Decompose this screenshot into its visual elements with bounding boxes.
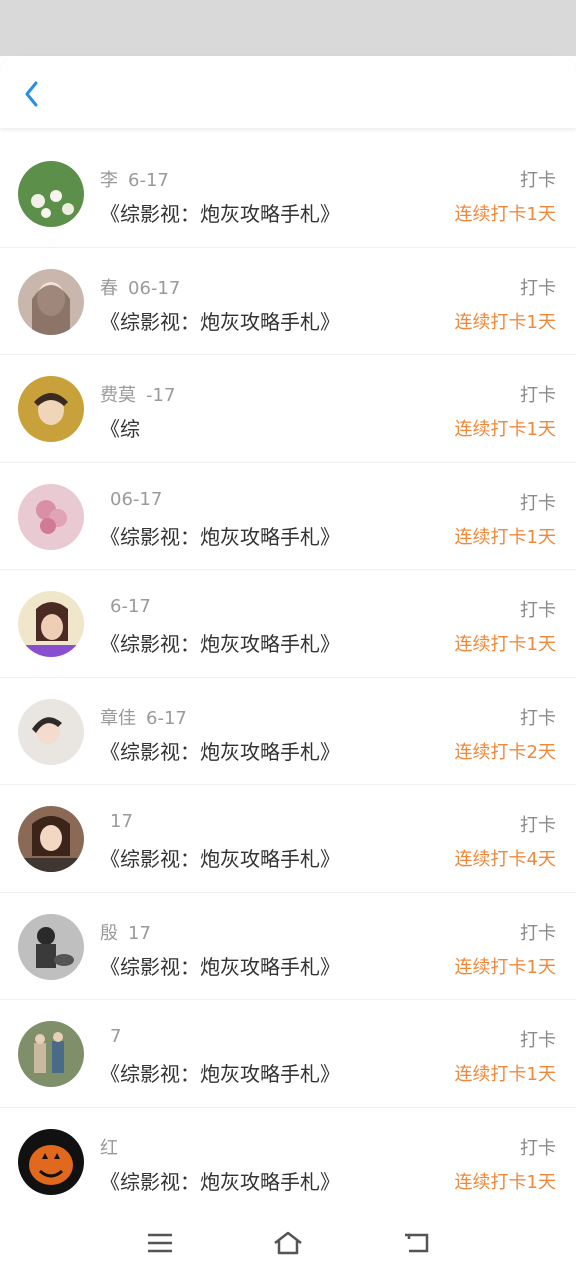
avatar (18, 806, 84, 872)
avatar (18, 698, 84, 765)
avatar (18, 591, 84, 657)
book-title: 《综影视：炮灰攻略手札》 (100, 954, 340, 979)
action-label: 打卡 (520, 1137, 556, 1159)
user-info: 红 (100, 1134, 128, 1160)
list-item[interactable]: 费莫 -17 《综 打卡 连续打卡1天 (0, 355, 576, 463)
checkin-date: 6-17 (110, 596, 151, 617)
avatar (18, 913, 84, 980)
list-item[interactable]: 红 《综影视：炮灰攻略手札》 打卡 连续打卡1天 (0, 1108, 576, 1215)
avatar (18, 376, 84, 442)
streak-badge: 连续打卡4天 (454, 849, 556, 870)
checkin-list: 李 6-17 《综影视：炮灰攻略手札》 打卡 连续打卡1天 春 06-17 《综影视… (0, 140, 576, 1215)
user-info: 章佳 6-17 (100, 704, 187, 730)
avatar (18, 1128, 84, 1195)
action-label: 打卡 (520, 815, 556, 836)
user-name: 李 (100, 170, 118, 191)
action-label: 打卡 (520, 170, 556, 191)
checkin-date: 17 (128, 922, 151, 944)
user-info: 费莫 -17 (100, 381, 175, 407)
action-label: 打卡 (520, 492, 556, 514)
action-label: 打卡 (520, 922, 556, 944)
checkin-date: 7 (110, 1026, 122, 1047)
streak-badge: 连续打卡1天 (454, 956, 556, 978)
book-title: 《综影视：炮灰攻略手札》 (100, 739, 340, 764)
checkin-date: -17 (146, 385, 176, 406)
list-item[interactable]: 章佳 6-17 《综影视：炮灰攻略手札》 打卡 连续打卡2天 (0, 678, 576, 785)
top-navigation-bar (0, 56, 576, 128)
checkin-date: 17 (110, 811, 133, 832)
user-name: 章佳 (100, 707, 136, 729)
user-info: 06-17 (100, 489, 162, 510)
chevron-left-icon (25, 81, 38, 107)
action-label: 打卡 (520, 385, 556, 406)
avatar (18, 268, 84, 335)
menu-button[interactable] (140, 1226, 180, 1260)
action-label: 打卡 (520, 707, 556, 729)
book-title: 《综影视：炮灰攻略手札》 (100, 1169, 340, 1194)
system-navigation-bar (0, 1206, 576, 1280)
return-button[interactable] (396, 1226, 436, 1260)
avatar (18, 483, 84, 550)
list-item[interactable]: 17 《综影视：炮灰攻略手札》 打卡 连续打卡4天 (0, 785, 576, 893)
list-item[interactable]: 06-17 《综影视：炮灰攻略手札》 打卡 连续打卡1天 (0, 463, 576, 570)
home-icon (274, 1231, 302, 1255)
streak-badge: 连续打卡1天 (454, 311, 556, 333)
book-title: 《综影视：炮灰攻略手札》 (100, 202, 340, 226)
user-name: 费莫 (100, 385, 136, 406)
book-title: 《综 (100, 417, 140, 441)
streak-badge: 连续打卡1天 (454, 204, 556, 225)
book-title: 《综影视：炮灰攻略手札》 (100, 524, 340, 549)
user-info: 李 6-17 (100, 166, 169, 192)
user-info: 殷 17 (100, 919, 151, 945)
action-label: 打卡 (520, 277, 556, 299)
avatar (18, 1021, 84, 1087)
list-item[interactable]: 春 06-17 《综影视：炮灰攻略手札》 打卡 连续打卡1天 (0, 248, 576, 355)
user-name: 红 (100, 1137, 118, 1159)
return-icon (405, 1233, 429, 1253)
list-item[interactable]: 李 6-17 《综影视：炮灰攻略手札》 打卡 连续打卡1天 (0, 140, 576, 248)
streak-badge: 连续打卡1天 (454, 634, 556, 655)
book-title: 《综影视：炮灰攻略手札》 (100, 847, 340, 871)
list-item[interactable]: 6-17 《综影视：炮灰攻略手札》 打卡 连续打卡1天 (0, 570, 576, 678)
back-button[interactable] (12, 74, 52, 114)
avatar (18, 161, 84, 227)
status-bar (0, 0, 576, 56)
book-title: 《综影视：炮灰攻略手札》 (100, 632, 340, 656)
book-title: 《综影视：炮灰攻略手札》 (100, 309, 340, 334)
user-info: 春 06-17 (100, 274, 180, 300)
action-label: 打卡 (520, 600, 556, 621)
action-label: 打卡 (520, 1030, 556, 1051)
book-title: 《综影视：炮灰攻略手札》 (100, 1062, 340, 1086)
streak-badge: 连续打卡1天 (454, 419, 556, 440)
checkin-date: 06-17 (128, 277, 181, 299)
list-item[interactable]: 殷 17 《综影视：炮灰攻略手札》 打卡 连续打卡1天 (0, 893, 576, 1000)
home-button[interactable] (268, 1226, 308, 1260)
streak-badge: 连续打卡2天 (454, 741, 556, 763)
list-item[interactable]: 7 《综影视：炮灰攻略手札》 打卡 连续打卡1天 (0, 1000, 576, 1108)
user-info: 7 (100, 1026, 121, 1047)
streak-badge: 连续打卡1天 (454, 526, 556, 548)
checkin-date: 06-17 (110, 488, 163, 510)
streak-badge: 连续打卡1天 (454, 1171, 556, 1193)
user-name: 殷 (100, 922, 118, 944)
streak-badge: 连续打卡1天 (454, 1064, 556, 1085)
checkin-date: 6-17 (146, 707, 187, 729)
user-name: 春 (100, 277, 118, 299)
checkin-date: 6-17 (128, 170, 169, 191)
menu-icon (148, 1233, 172, 1253)
user-info: 6-17 (100, 596, 151, 617)
user-info: 17 (100, 811, 133, 832)
